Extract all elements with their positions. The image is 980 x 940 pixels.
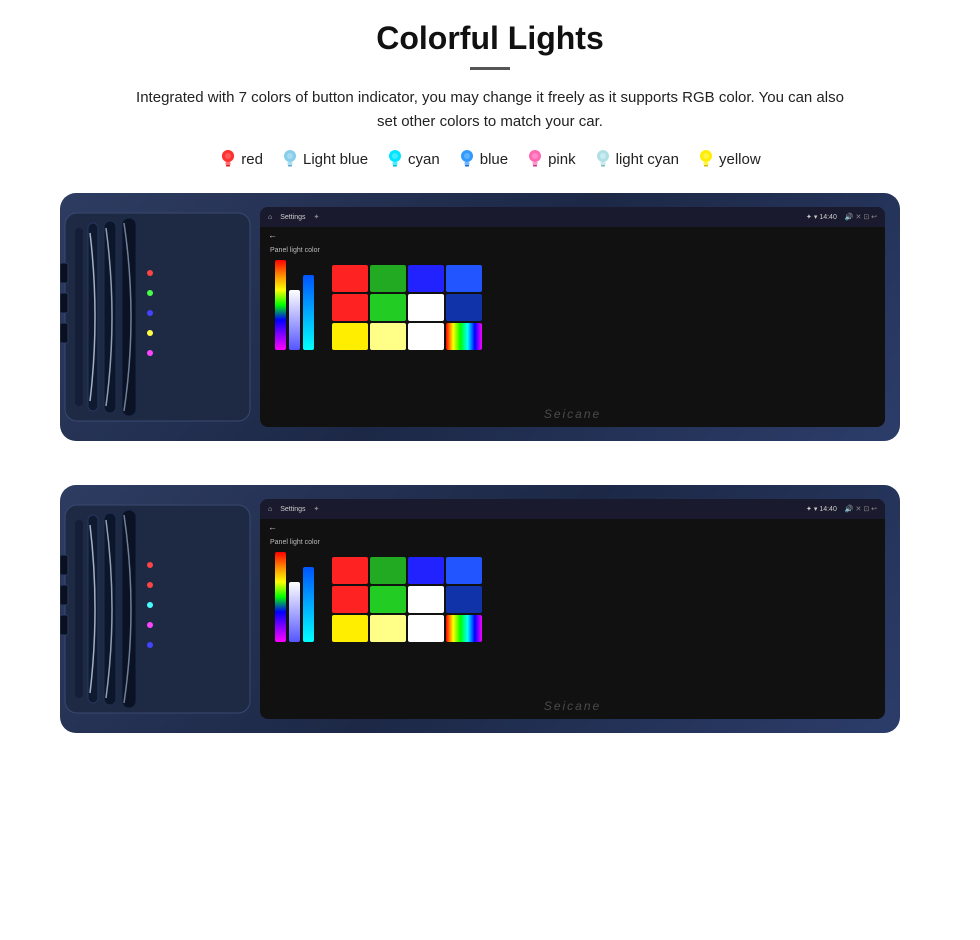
bulb-icon-cyan [386, 148, 404, 170]
unit-row-top: ⌂ Settings ✦ ✦ ▾ 14:40 🔊 ✕ ⊡ ↩ ← [60, 188, 920, 468]
page-title: Colorful Lights [376, 20, 604, 57]
stacked-unit-top: ⌂ Settings ✦ ✦ ▾ 14:40 🔊 ✕ ⊡ ↩ ← [60, 193, 920, 463]
bulb-icon-lightblue [281, 148, 299, 170]
color-label-lightblue-text: Light blue [303, 151, 368, 168]
bulb-icon-blue [458, 148, 476, 170]
color-grid-bot [332, 557, 482, 642]
color-labels-row: red Light blue [219, 148, 760, 170]
title-divider [470, 67, 510, 70]
color-label-red: red [219, 148, 263, 170]
stacked-unit-bottom: ⌂ Settings ✦ ✦ ▾ 14:40 🔊 ✕ ⊡ ↩ ← [60, 485, 920, 755]
color-label-cyan: cyan [386, 148, 440, 170]
screen-topbar: ⌂ Settings ✦ ✦ ▾ 14:40 🔊 ✕ ⊡ ↩ [260, 207, 885, 227]
car-frame-left [60, 193, 260, 441]
color-label-cyan-text: cyan [408, 151, 440, 168]
color-grid-section [332, 265, 482, 350]
units-container: ⌂ Settings ✦ ✦ ▾ 14:40 🔊 ✕ ⊡ ↩ ← [40, 188, 940, 760]
watermark-top: Seicane [544, 407, 601, 421]
color-label-blue-text: blue [480, 151, 508, 168]
color-label-yellow-text: yellow [719, 151, 761, 168]
color-label-pink-text: pink [548, 151, 576, 168]
screen-back-bot[interactable]: ← [260, 519, 885, 535]
watermark-bot: Seicane [544, 699, 601, 713]
screen-content-area-bot: Panel light color [260, 535, 885, 646]
color-label-blue: blue [458, 148, 508, 170]
page-description: Integrated with 7 colors of button indic… [130, 86, 850, 134]
color-label-lightcyan: light cyan [594, 148, 679, 170]
bulb-icon-pink [526, 148, 544, 170]
bulb-icon-red [219, 148, 237, 170]
color-label-red-text: red [241, 151, 263, 168]
color-bars-bot: Panel light color [270, 539, 320, 642]
color-bars-section: Panel light color [270, 247, 320, 350]
screen-top: ⌂ Settings ✦ ✦ ▾ 14:40 🔊 ✕ ⊡ ↩ ← [260, 207, 885, 427]
screen-topbar-bot: ⌂ Settings ✦ ✦ ▾ 14:40 🔊 ✕ ⊡ ↩ [260, 499, 885, 519]
unit-row-bottom: ⌂ Settings ✦ ✦ ▾ 14:40 🔊 ✕ ⊡ ↩ ← [60, 480, 920, 760]
screen-back[interactable]: ← [260, 227, 885, 243]
screen-bottom: ⌂ Settings ✦ ✦ ▾ 14:40 🔊 ✕ ⊡ ↩ ← [260, 499, 885, 719]
car-unit-bot-layer1: ⌂ Settings ✦ ✦ ▾ 14:40 🔊 ✕ ⊡ ↩ ← [60, 485, 900, 733]
color-label-yellow: yellow [697, 148, 761, 170]
bulb-icon-yellow [697, 148, 715, 170]
car-frame-left-bot [60, 485, 260, 733]
color-label-pink: pink [526, 148, 576, 170]
screen-content-area: Panel light color [260, 243, 885, 354]
page-container: Colorful Lights Integrated with 7 colors… [0, 0, 980, 940]
color-label-lightblue: Light blue [281, 148, 368, 170]
color-label-lightcyan-text: light cyan [616, 151, 679, 168]
car-unit-layer1: ⌂ Settings ✦ ✦ ▾ 14:40 🔊 ✕ ⊡ ↩ ← [60, 193, 900, 441]
bulb-icon-lightcyan [594, 148, 612, 170]
